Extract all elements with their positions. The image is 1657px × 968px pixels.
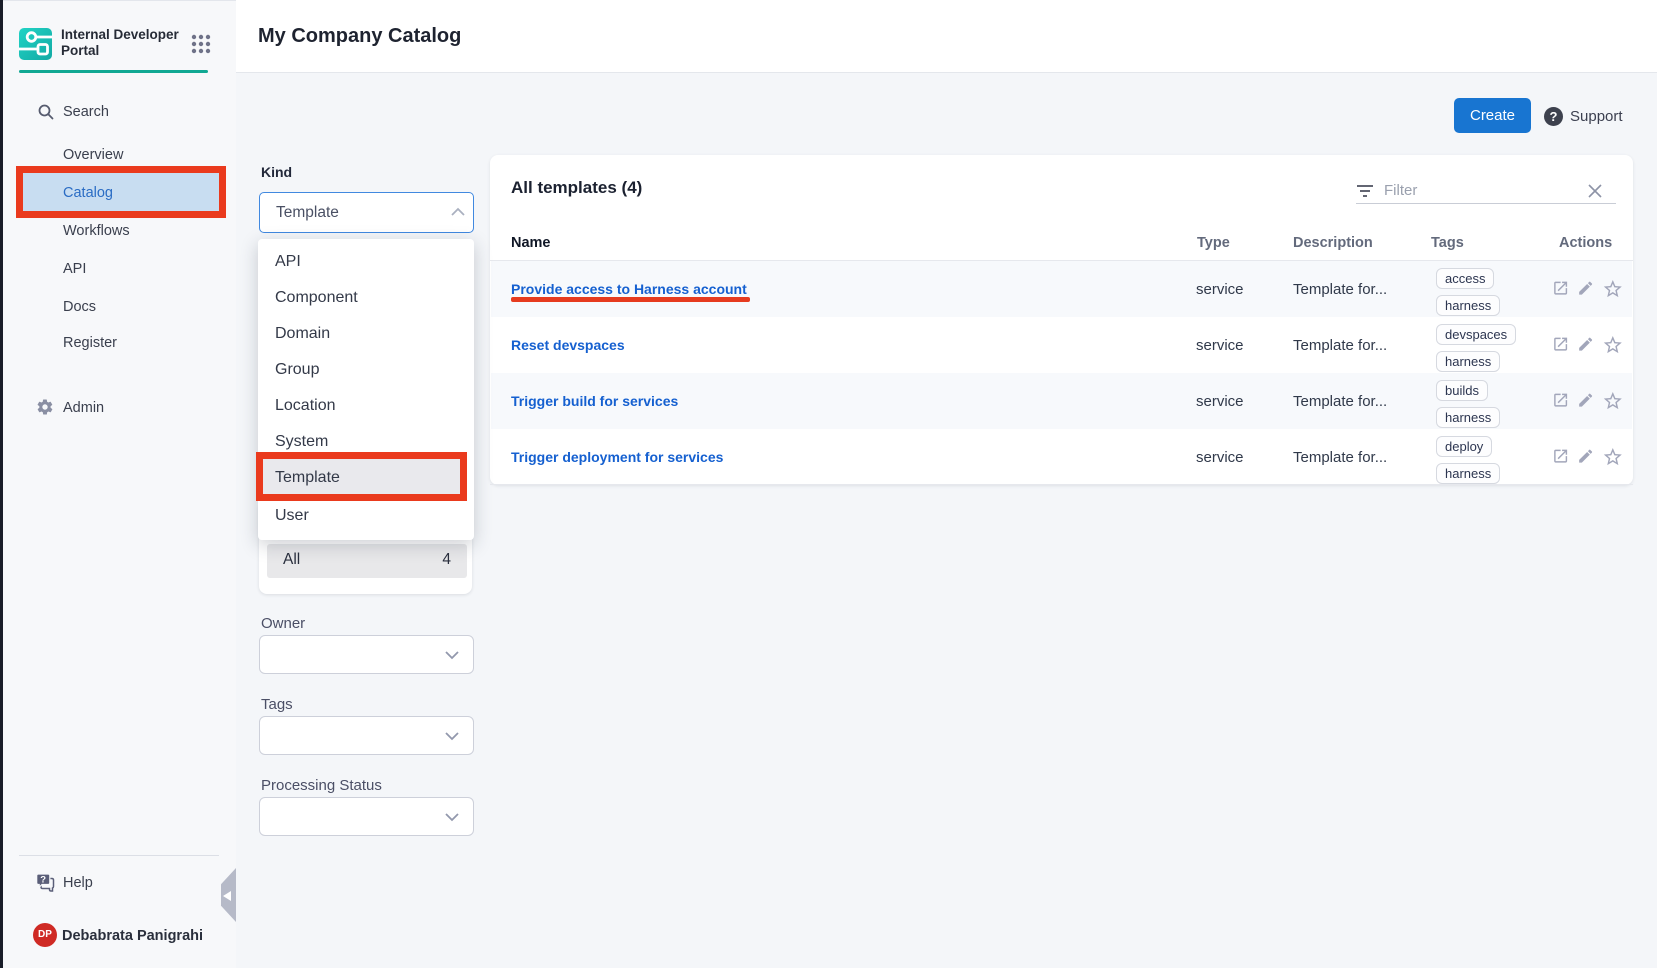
svg-text:?: ? <box>40 875 46 886</box>
